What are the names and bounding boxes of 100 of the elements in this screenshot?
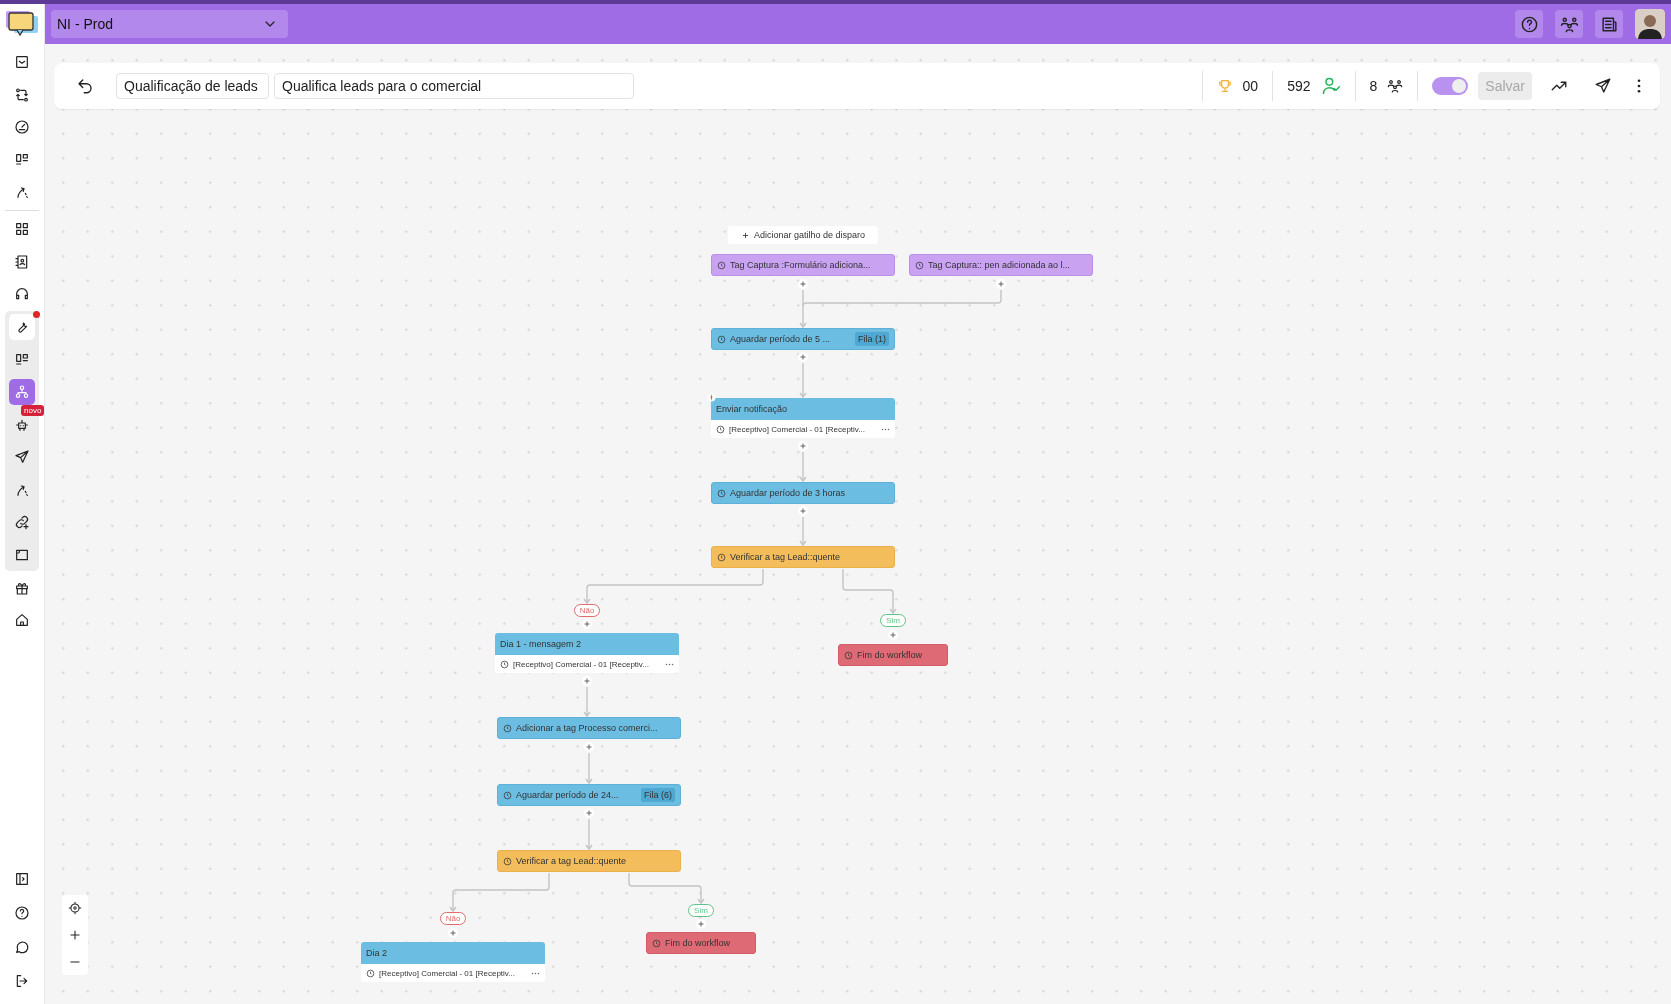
connector-arrow [799, 289, 807, 329]
help-icon [1519, 14, 1539, 34]
zoom-in-icon[interactable] [68, 928, 82, 942]
help-icon [14, 905, 30, 921]
add-step-button[interactable] [448, 928, 458, 938]
connector-arrow [799, 451, 807, 483]
clock-icon [915, 260, 924, 270]
node-detail: [Receptivo] Comercial - 01 [Receptiv... [513, 659, 650, 669]
clock-icon [717, 260, 726, 270]
avatar[interactable] [1635, 9, 1665, 39]
add-step-button[interactable] [888, 630, 898, 640]
connector-arrow [799, 362, 807, 399]
workflow-node[interactable]: Aguardar período de 5 ... Fila (1) [711, 328, 895, 350]
workflow-node[interactable]: Adicionar a tag Processo comerci... [497, 717, 681, 739]
clock-icon [716, 424, 725, 434]
more-icon[interactable] [1636, 77, 1642, 95]
description-field[interactable]: Qualifica leads para o comercial [274, 73, 634, 99]
undo-icon[interactable] [76, 77, 94, 95]
add-step-button[interactable] [584, 808, 594, 818]
contact-book-icon [14, 253, 30, 270]
home-icon [14, 612, 30, 628]
workflow-node[interactable]: Dia 2 [Receptivo] Comercial - 01 [Receptiv... [361, 942, 545, 982]
node-label: Enviar notificação [711, 398, 895, 420]
nav-button[interactable] [9, 314, 35, 340]
headset-icon [14, 286, 30, 302]
clock-icon [844, 650, 853, 660]
node-label: Tag Captura:: pen adicionada ao l... [928, 260, 1072, 270]
clock-icon [717, 488, 726, 498]
node-label: Verificar a tag Lead::quente [516, 856, 628, 866]
active-toggle[interactable] [1432, 77, 1469, 95]
link-icon [14, 514, 30, 530]
connector-arrow [583, 686, 591, 718]
exchange-icon [14, 86, 30, 103]
clock-icon [652, 938, 661, 948]
new-badge: novo [21, 404, 45, 416]
add-step-button[interactable] [798, 279, 808, 289]
contacts-count: 592 [1287, 78, 1311, 94]
branch-label: Sim [688, 904, 714, 917]
workflow-node[interactable]: Verificar a tag Lead::quente [497, 850, 681, 872]
add-step-button[interactable] [582, 676, 592, 686]
clock-icon [503, 856, 512, 866]
node-label: Dia 1 - mensagem 2 [495, 633, 679, 655]
workflow-node[interactable]: Fim do workflow [646, 932, 756, 954]
workflow-node[interactable]: Tag Captura:: pen adicionada ao l... [909, 254, 1093, 276]
members-count: 8 [1369, 78, 1378, 94]
help-button[interactable] [1515, 10, 1543, 38]
workflow-node[interactable]: Fim do workflow [838, 644, 948, 666]
workflow-node[interactable]: Aguardar período de 24... Fila (6) [497, 784, 681, 806]
connector-arrow [842, 568, 897, 615]
clock-icon [366, 968, 375, 978]
team-button[interactable] [1555, 10, 1583, 38]
user-check-icon [1320, 76, 1341, 96]
branch-label: Não [574, 604, 600, 617]
people-icon [1559, 14, 1579, 34]
node-label: Adicionar a tag Processo comerci... [516, 723, 659, 733]
board-icon [14, 151, 30, 168]
workflow-node[interactable]: Verificar a tag Lead::quente [711, 546, 895, 568]
inbox-icon [14, 54, 30, 70]
clock-icon [717, 334, 726, 344]
add-step-button[interactable] [696, 919, 706, 929]
node-label: Aguardar período de 24... [516, 790, 620, 800]
connector-arrow [799, 516, 807, 547]
add-trigger-button[interactable]: Adicionar gatilho de disparo [728, 226, 878, 244]
clock-icon [500, 659, 509, 669]
add-step-button[interactable] [582, 619, 592, 629]
hierarchy-icon [14, 384, 30, 400]
workflow-node[interactable]: Dia 1 - mensagem 2 [Receptivo] Comercial - 01 [Receptiv... [495, 633, 679, 673]
workflow-node[interactable]: Aguardar período de 3 horas [711, 482, 895, 504]
node-label: Verificar a tag Lead::quente [730, 552, 842, 562]
locate-icon[interactable] [68, 901, 82, 916]
clock-icon [503, 790, 512, 800]
branch-label: Não [440, 912, 466, 925]
node-label: Dia 2 [361, 942, 545, 964]
add-step-button[interactable] [584, 742, 594, 752]
node-label: Tag Captura :Formulário adiciona... [730, 260, 872, 270]
name-field[interactable]: Qualificação de leads [116, 73, 269, 99]
document-icon [1599, 14, 1619, 34]
node-label: Aguardar período de 3 horas [730, 488, 847, 498]
node-label: Fim do workflow [665, 938, 731, 948]
workflow-node[interactable]: Tag Captura :Formulário adiciona... [711, 254, 895, 276]
queue-badge[interactable]: Fila (1) [855, 332, 889, 346]
add-step-button[interactable] [798, 506, 808, 516]
chat-icon [14, 939, 30, 955]
add-step-button[interactable] [798, 352, 808, 362]
send-icon[interactable] [1594, 77, 1612, 95]
clock-icon [717, 552, 726, 562]
node-label: Fim do workflow [857, 650, 923, 660]
queue-badge[interactable]: Fila (6) [641, 788, 675, 802]
add-step-button[interactable] [798, 441, 808, 451]
route-icon [14, 184, 30, 200]
grid-icon [14, 221, 30, 237]
connector-arrow [585, 818, 593, 851]
node-label: Aguardar período de 5 ... [730, 334, 832, 344]
news-button[interactable] [1595, 10, 1623, 38]
add-step-button[interactable] [996, 279, 1006, 289]
workspace-dropdown[interactable]: NI - Prod [51, 10, 288, 38]
panel-icon [14, 871, 30, 887]
board-icon [14, 351, 30, 368]
send-icon [14, 449, 30, 465]
node-detail: [Receptivo] Comercial - 01 [Receptiv... [379, 968, 516, 978]
